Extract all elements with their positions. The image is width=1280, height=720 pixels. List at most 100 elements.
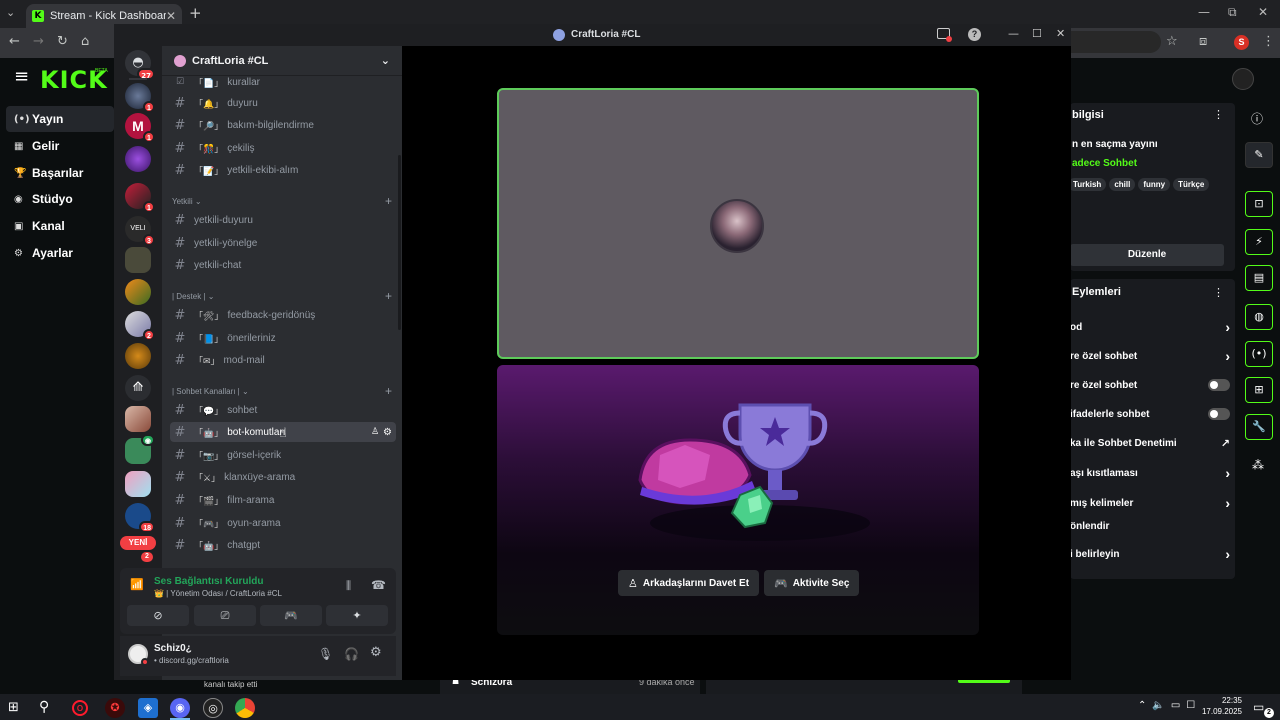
clock-date[interactable]: 17.09.2025 bbox=[1198, 707, 1242, 716]
disconnect-icon[interactable]: ☎ bbox=[371, 578, 386, 592]
nav-item-basarilar[interactable]: 🏆 Başarılar bbox=[6, 160, 114, 186]
channel-item[interactable]: # 「📝」 yetkili-ekibi-alım bbox=[170, 160, 396, 180]
screen-share-button[interactable]: ⎚ bbox=[194, 605, 256, 626]
stream-info-more-icon[interactable]: ⋮ bbox=[1213, 108, 1224, 121]
channel-item[interactable]: # 「🎬」 film-arama bbox=[170, 490, 396, 510]
channel-item[interactable]: # yetkili-yönelge bbox=[170, 233, 396, 253]
choose-activity-button[interactable]: 🎮 Aktivite Seç bbox=[764, 570, 860, 596]
extras-icon[interactable]: ⁂ bbox=[1252, 458, 1264, 472]
action-row[interactable]: i belirleyin › bbox=[1070, 546, 1230, 562]
add-channel-icon[interactable]: + bbox=[385, 195, 392, 207]
add-channel-icon[interactable]: + bbox=[385, 290, 392, 302]
server-icon[interactable]: VELI 3 bbox=[125, 216, 155, 246]
username[interactable]: Schiz0¿ bbox=[154, 643, 192, 654]
broadcast-icon[interactable]: (•) bbox=[1245, 341, 1273, 367]
clock-time[interactable]: 22:35 bbox=[1204, 696, 1242, 705]
search-icon[interactable]: ⚲ bbox=[39, 699, 49, 715]
info-icon[interactable]: ⓘ bbox=[1251, 110, 1263, 127]
server-icon[interactable]: 18 bbox=[125, 503, 155, 533]
headphones-icon[interactable]: 🎧 bbox=[344, 647, 359, 661]
action-row[interactable]: re özel sohbet › bbox=[1070, 348, 1230, 364]
channel-scrollbar[interactable] bbox=[398, 155, 401, 330]
layout-icon[interactable]: ⊞ bbox=[1245, 377, 1273, 403]
actions-more-icon[interactable]: ⋮ bbox=[1213, 286, 1224, 299]
channel-item[interactable]: # 「⚔」 klanxüye-arama bbox=[170, 467, 396, 487]
channel-item[interactable]: # 「📘」 önerileriniz bbox=[170, 328, 396, 348]
action-row[interactable]: od › bbox=[1070, 319, 1230, 335]
channel-item[interactable]: # 「🔎」 bakım-bilgilendirme bbox=[170, 115, 396, 135]
bookmark-star-icon[interactable]: ☆ bbox=[1166, 34, 1178, 49]
server-icon[interactable] bbox=[125, 471, 151, 497]
microphone-icon[interactable]: 🎙 bbox=[318, 647, 333, 661]
voice-channel-name[interactable]: 👑 | Yönetim Odası / CraftLoria #CL bbox=[154, 589, 282, 598]
server-icon[interactable] bbox=[125, 343, 151, 369]
channel-item[interactable]: # yetkili-duyuru bbox=[170, 210, 396, 230]
channel-item[interactable]: # yetkili-chat bbox=[170, 255, 396, 275]
channel-item[interactable]: # 「🔔」 duyuru bbox=[170, 93, 396, 113]
channel-item[interactable]: # 「🎮」 oyun-arama bbox=[170, 513, 396, 533]
opera-gx-icon[interactable]: ✪ bbox=[105, 698, 125, 718]
action-row[interactable]: önlendir bbox=[1070, 521, 1230, 532]
tab-close-icon[interactable]: ✕ bbox=[166, 9, 176, 23]
server-icon-active[interactable]: ◉ bbox=[125, 434, 155, 464]
opera-icon[interactable]: o bbox=[72, 700, 88, 716]
user-settings-icon[interactable]: ⚙ bbox=[370, 645, 382, 660]
channel-item[interactable]: # 「📷」 görsel-içerik bbox=[170, 445, 396, 465]
tab-list-icon[interactable]: ⌄ bbox=[6, 6, 15, 19]
window-close-button[interactable]: ✕ bbox=[1258, 5, 1268, 19]
forward-icon[interactable]: → bbox=[33, 34, 44, 49]
server-icon[interactable] bbox=[125, 146, 151, 172]
app-icon[interactable]: ◎ bbox=[203, 698, 223, 718]
server-icon[interactable] bbox=[125, 279, 151, 305]
channel-settings-icon[interactable]: ⚙ bbox=[383, 427, 392, 438]
hamburger-menu-icon[interactable]: ≡ bbox=[14, 66, 29, 87]
window-minimize-button[interactable]: — bbox=[1198, 5, 1210, 19]
windows-start-icon[interactable]: ⊞ bbox=[8, 700, 19, 715]
app-icon[interactable]: ◈ bbox=[138, 698, 158, 718]
server-header[interactable]: CraftLoria #CL ⌄ bbox=[162, 46, 402, 76]
help-icon[interactable]: ? bbox=[968, 28, 981, 41]
system-tray-icons[interactable]: ⌃🔈▭☐ bbox=[1138, 700, 1201, 711]
chat-icon[interactable]: ◍ bbox=[1245, 304, 1273, 330]
lightning-icon[interactable]: ⚡ bbox=[1245, 229, 1273, 255]
category-yetkili[interactable]: Yetkili ⌄ + bbox=[172, 195, 392, 207]
edit-icon[interactable]: ✎ bbox=[1245, 142, 1273, 168]
nav-item-gelir[interactable]: ▦ Gelir bbox=[6, 133, 114, 159]
discord-icon[interactable]: ◉ bbox=[170, 698, 190, 718]
edit-button[interactable]: Düzenle bbox=[1070, 244, 1224, 266]
category-sohbet[interactable]: | Sohbet Kanalları | ⌄ + bbox=[172, 385, 392, 397]
server-icon[interactable]: M1 bbox=[125, 113, 155, 143]
invite-friends-button[interactable]: ♙ Arkadaşlarını Davet Et bbox=[618, 570, 760, 596]
server-icon[interactable]: 1 bbox=[125, 83, 155, 113]
reload-icon[interactable]: ↻ bbox=[57, 34, 68, 49]
channel-item[interactable]: # 「💬」 sohbet bbox=[170, 400, 396, 420]
channel-item[interactable]: # 「🎊」 çekiliş bbox=[170, 138, 396, 158]
new-tab-button[interactable]: + bbox=[189, 4, 202, 22]
action-row[interactable]: ka ile Sohbet Denetimi ↗ bbox=[1070, 437, 1230, 450]
category-destek[interactable]: | Destek | ⌄ + bbox=[172, 290, 392, 302]
nav-item-ayarlar[interactable]: ⚙ Ayarlar bbox=[6, 240, 114, 266]
nav-item-yayin[interactable]: (•) Yayın bbox=[6, 106, 114, 132]
action-row[interactable]: mış kelimeler › bbox=[1070, 495, 1230, 511]
channel-item[interactable]: # 「🛠」 feedback-geridönüş bbox=[170, 305, 396, 325]
discord-minimize-button[interactable]: — bbox=[1008, 27, 1019, 40]
invite-member-icon[interactable]: ♙ bbox=[371, 427, 379, 437]
activity-button[interactable]: 🎮 bbox=[260, 605, 322, 626]
chrome-icon[interactable] bbox=[235, 698, 255, 718]
notification-center-icon[interactable]: ▭ bbox=[1253, 700, 1264, 714]
camera-off-button[interactable]: ⊘ bbox=[127, 605, 189, 626]
channel-item[interactable]: ☑ 「📄」 kurallar bbox=[170, 76, 396, 89]
clip-icon[interactable]: ⊡ bbox=[1245, 191, 1273, 217]
direct-messages-icon[interactable]: ◓ 27 bbox=[125, 50, 155, 80]
extensions-icon[interactable]: ⧈ bbox=[1199, 34, 1207, 49]
participant-avatar[interactable] bbox=[710, 199, 764, 253]
server-icon[interactable] bbox=[125, 406, 151, 432]
toggle-switch[interactable] bbox=[1208, 408, 1230, 420]
server-icon[interactable]: ⟰ bbox=[125, 375, 151, 401]
channel-item[interactable]: # 「✉」 mod-mail bbox=[170, 350, 396, 370]
toggle-switch[interactable] bbox=[1208, 379, 1230, 391]
browser-menu-icon[interactable]: ⋮ bbox=[1262, 34, 1275, 49]
back-icon[interactable]: ← bbox=[9, 34, 20, 49]
add-channel-icon[interactable]: + bbox=[385, 385, 392, 397]
server-icon[interactable] bbox=[125, 247, 151, 273]
